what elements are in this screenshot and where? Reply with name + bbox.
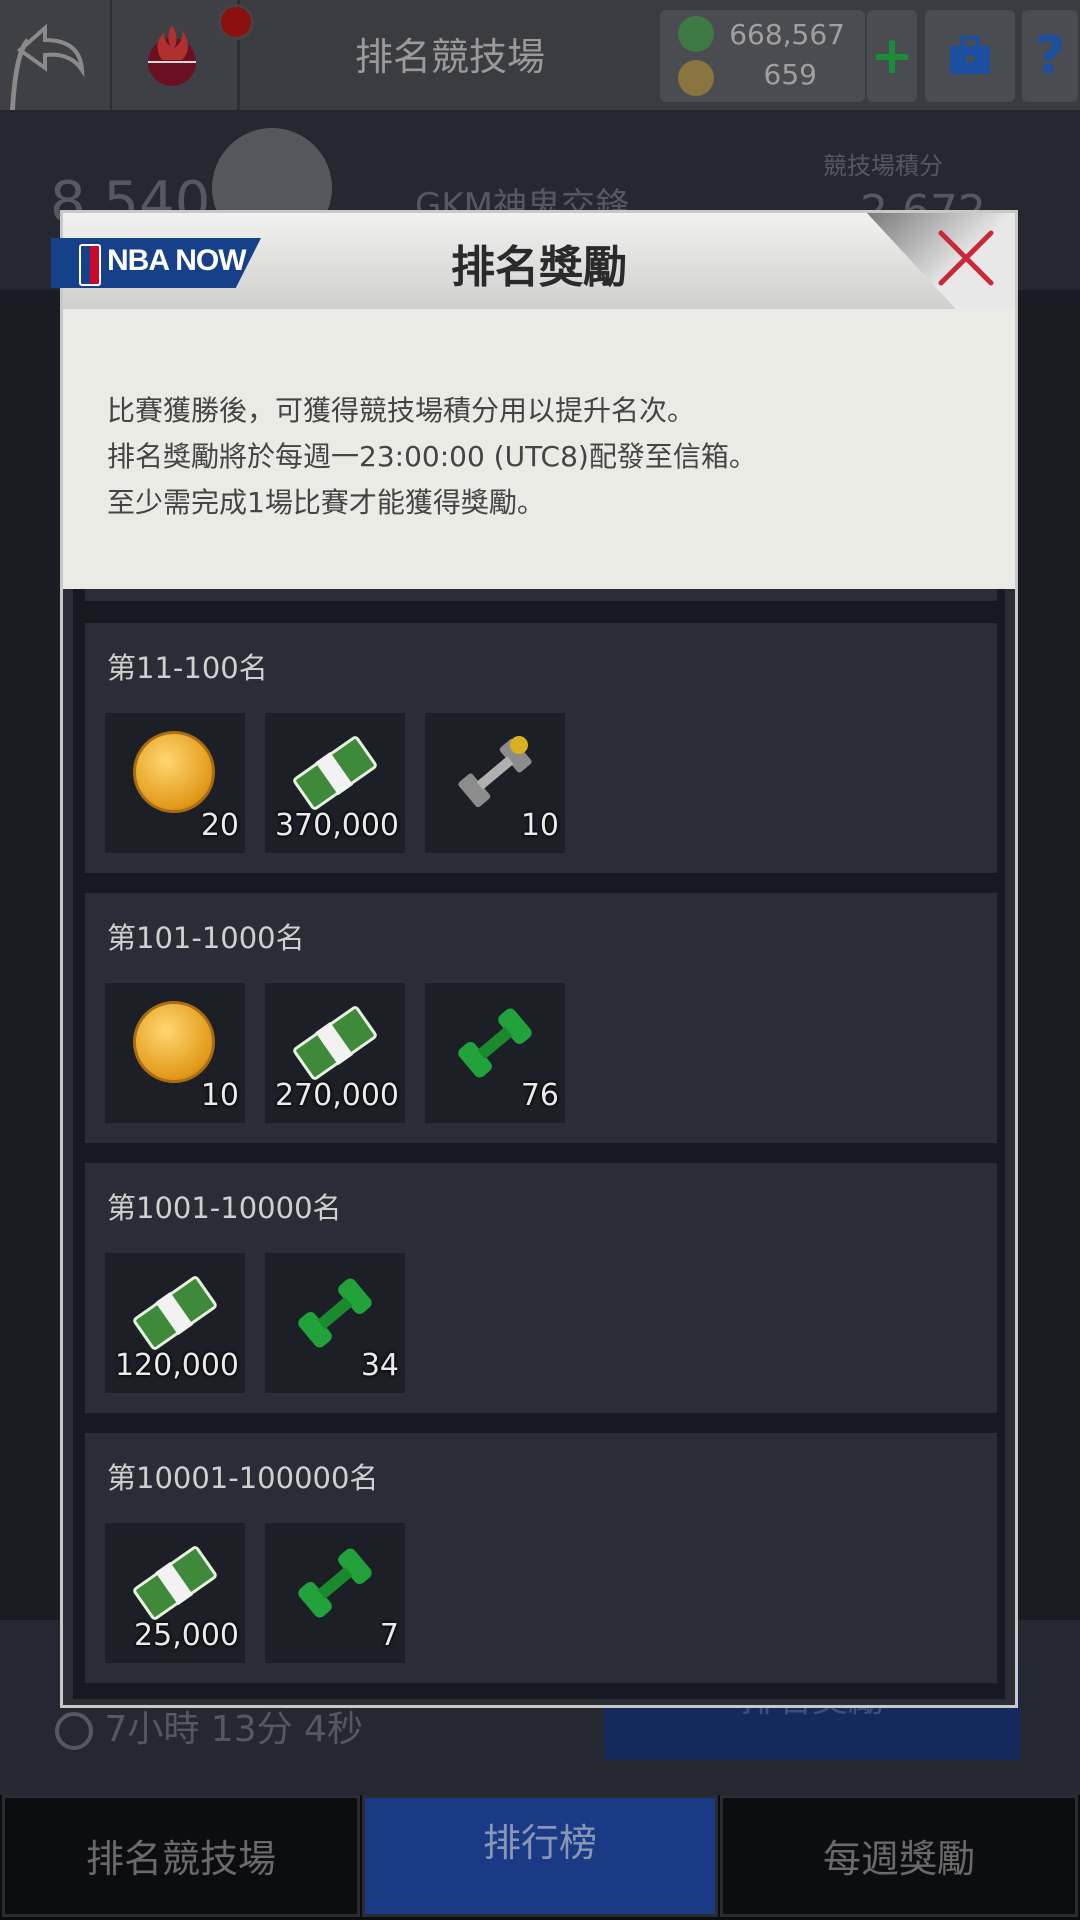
reward-item[interactable]: 7 xyxy=(265,1523,405,1663)
item-qty: 76 xyxy=(520,1078,559,1113)
notification-dot xyxy=(218,4,254,40)
item-qty: 7 xyxy=(379,1618,399,1653)
description-line: 排名獎勵將於每週一23:00:00 (UTC8)配發至信箱。 xyxy=(107,440,757,473)
gold-coin-icon xyxy=(133,1001,215,1083)
item-qty: 20 xyxy=(200,808,239,843)
item-qty: 270,000 xyxy=(274,1078,399,1113)
list-item-partial xyxy=(85,589,997,601)
reward-tier-row: 第11-100名 20 370,000 10 xyxy=(85,623,997,873)
item-qty: 10 xyxy=(200,1078,239,1113)
tier-label: 第10001-100000名 xyxy=(107,1461,379,1495)
close-icon xyxy=(938,230,994,286)
tier-label: 第1001-10000名 xyxy=(107,1191,342,1225)
item-qty: 120,000 xyxy=(114,1348,239,1383)
cash-icon xyxy=(678,16,714,52)
coin-amount: 659 xyxy=(763,58,817,91)
description-line: 比賽獲勝後，可獲得競技場積分用以提升名次。 xyxy=(107,394,696,427)
coin-icon xyxy=(678,60,714,96)
reward-tier-row: 第10001-100000名 25,000 7 xyxy=(85,1433,997,1683)
reward-item[interactable]: 76 xyxy=(425,983,565,1123)
description-panel: 比賽獲勝後，可獲得競技場積分用以提升名次。 排名獎勵將於每週一23:00:00 … xyxy=(63,309,1015,589)
tier-label: 第11-100名 xyxy=(107,651,268,685)
cash-amount: 668,567 xyxy=(729,18,845,51)
toolbox-icon xyxy=(950,36,990,74)
rank-rewards-modal: 排名獎勵 NBA NOW 比賽獲勝後，可獲得競技場積分用以提升名次。 排名獎勵將… xyxy=(51,210,1018,1708)
reward-item[interactable]: 34 xyxy=(265,1253,405,1393)
reward-item[interactable]: 370,000 xyxy=(265,713,405,853)
currency-panel: 668,567 659 xyxy=(660,10,865,102)
tab-leaderboard[interactable]: 排行榜 xyxy=(362,1795,718,1917)
reward-item[interactable]: 20 xyxy=(105,713,245,853)
reward-item[interactable]: 120,000 xyxy=(105,1253,245,1393)
item-qty: 34 xyxy=(360,1348,399,1383)
reward-item[interactable]: 25,000 xyxy=(105,1523,245,1663)
green-dumbbell-icon xyxy=(298,1548,372,1618)
item-qty: 25,000 xyxy=(134,1618,239,1653)
nba-now-badge: NBA NOW xyxy=(51,238,261,288)
help-button[interactable]: ? xyxy=(1022,10,1078,102)
item-qty: 370,000 xyxy=(274,808,399,843)
item-qty: 10 xyxy=(520,808,559,843)
tab-weekly-rewards[interactable]: 每週獎勵 xyxy=(720,1795,1078,1917)
gold-coin-icon xyxy=(133,731,215,813)
page-title: 排名競技場 xyxy=(354,35,545,79)
reward-item[interactable]: 10 xyxy=(105,983,245,1123)
tab-ranked-arena[interactable]: 排名競技場 xyxy=(2,1795,360,1917)
tier-label: 第101-1000名 xyxy=(107,921,305,955)
points-label: 競技場積分 xyxy=(823,152,943,180)
reward-item[interactable]: 10 xyxy=(425,713,565,853)
brand-label: NBA NOW xyxy=(107,244,247,277)
add-currency-button[interactable]: + xyxy=(867,10,917,102)
reward-item[interactable]: 270,000 xyxy=(265,983,405,1123)
description-line: 至少需完成1場比賽才能獲得獎勵。 xyxy=(107,486,545,519)
reward-tier-row: 第1001-10000名 120,000 34 xyxy=(85,1163,997,1413)
reward-list[interactable]: 第11-100名 20 370,000 10 第101-1000名 10 270… xyxy=(73,589,1005,1699)
back-button[interactable] xyxy=(0,0,113,201)
clock-icon xyxy=(55,1712,93,1750)
back-arrow-icon xyxy=(8,23,85,201)
toolbox-button[interactable] xyxy=(925,10,1015,102)
timer-text: 7小時 13分 4秒 xyxy=(104,1709,363,1750)
nba-logo-icon xyxy=(79,244,101,286)
reward-tier-row: 第101-1000名 10 270,000 76 xyxy=(85,893,997,1143)
team-logo-icon xyxy=(148,25,196,86)
bottom-tab-bar: 排名競技場 排行榜 每週獎勵 xyxy=(0,1795,1080,1920)
